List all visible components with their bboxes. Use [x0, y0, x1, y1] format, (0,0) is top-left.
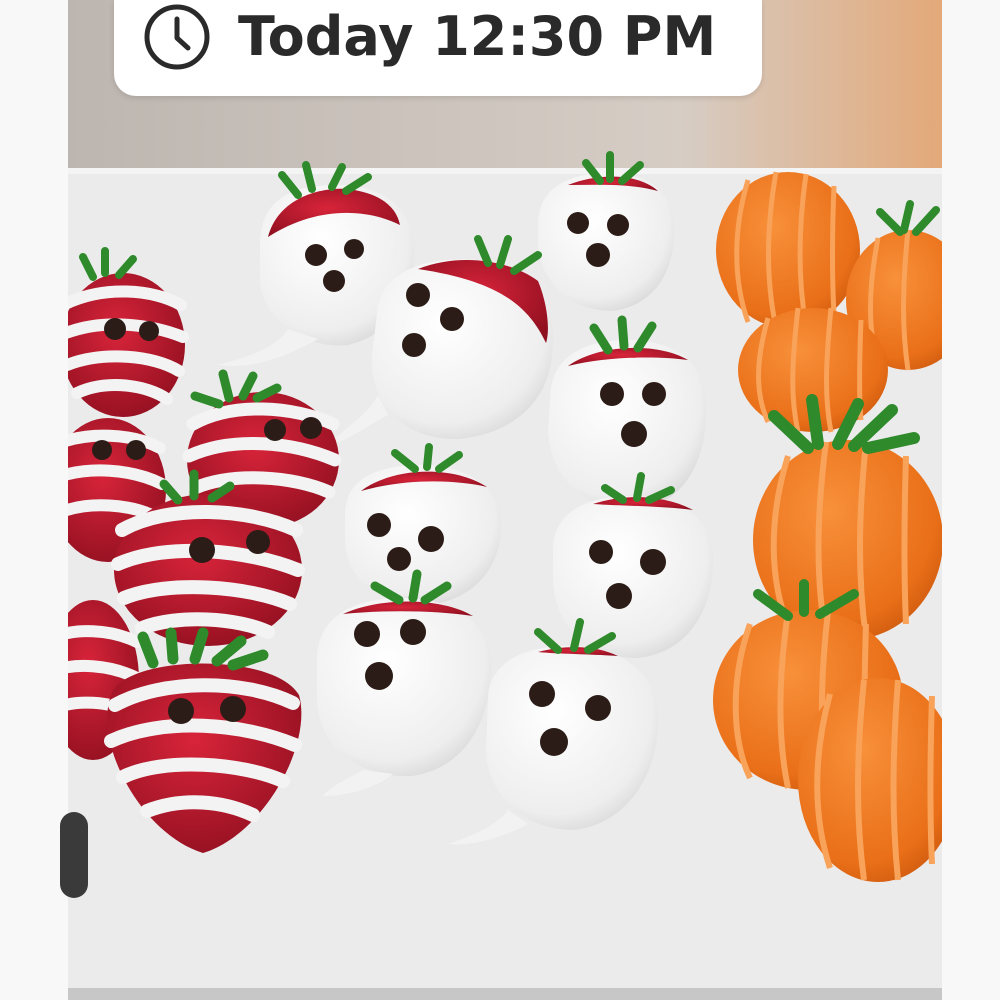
photo-illustration [68, 0, 942, 990]
bottom-divider [68, 988, 942, 1000]
halloween-strawberries-photo [68, 0, 942, 990]
clock-icon [142, 2, 212, 72]
edge-handle [60, 812, 88, 898]
scheduled-time-label: Today 12:30 PM [238, 5, 717, 68]
scheduled-time-pill[interactable]: Today 12:30 PM [114, 0, 762, 96]
screen: Today 12:30 PM [0, 0, 1000, 1000]
